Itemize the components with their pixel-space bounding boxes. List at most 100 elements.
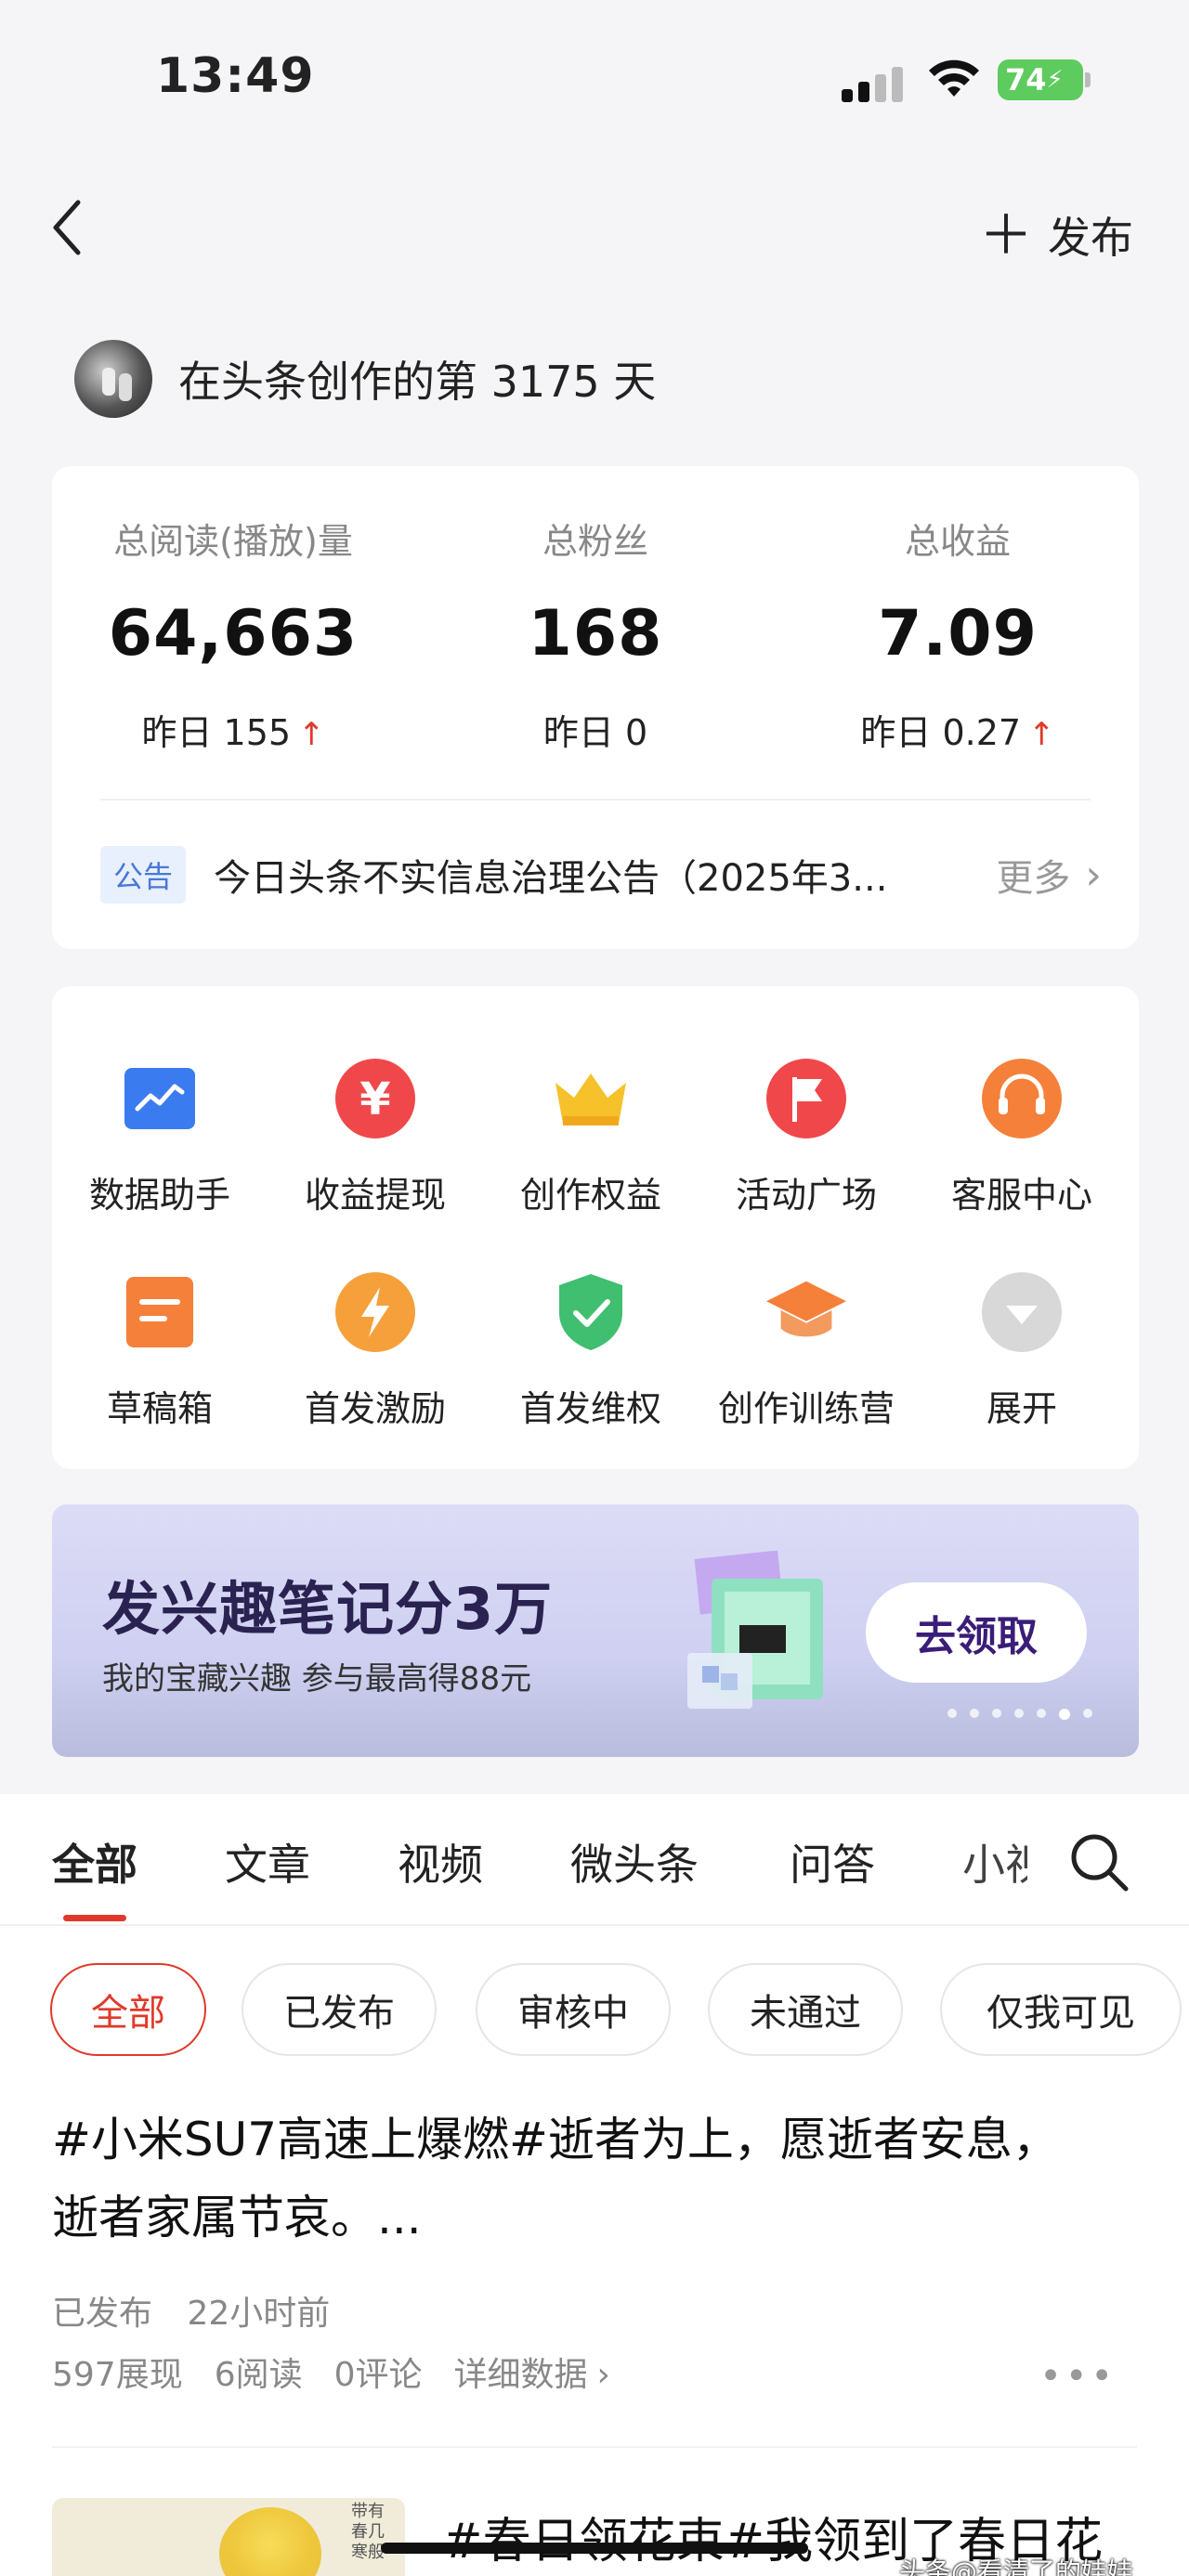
filter-published[interactable]: 已发布 [242,1963,437,2056]
tool-customer-service[interactable]: 客服中心 [914,1057,1130,1217]
stat-delta-text: 昨日 155 [141,712,292,753]
battery-tip [1085,72,1091,87]
more-options-icon[interactable]: ••• [1039,2355,1117,2398]
tool-label: 创作训练营 [717,1388,895,1429]
status-bar: 13:49 74 ⚡ [0,0,1189,158]
post-impressions: 597展现 [52,2356,183,2394]
creator-info: 在头条创作的第 3175 天 [74,340,656,418]
tool-label: 活动广场 [735,1175,877,1216]
flower-image [219,2507,321,2576]
chart-icon [118,1057,202,1140]
tool-label: 数据助手 [88,1175,230,1216]
post-detail-label: 详细数据 [453,2356,588,2394]
home-indicator [381,2543,808,2554]
post-comments: 0评论 [333,2356,423,2394]
carousel-dot[interactable] [1014,1709,1024,1718]
tab-articles[interactable]: 文章 [225,1831,310,1893]
stat-delta-text: 昨日 0 [542,712,648,753]
svg-text:¥: ¥ [359,1073,390,1125]
filter-private[interactable]: 仅我可见 [940,1963,1182,2056]
tool-data-assistant[interactable]: 数据助手 [52,1057,268,1217]
tab-videos[interactable]: 视频 [398,1831,483,1893]
tab-micro-posts[interactable]: 微头条 [570,1831,699,1893]
carousel-dot[interactable] [1083,1709,1092,1718]
tools-card: 数据助手 ¥ 收益提现 创作权益 活动广场 客服中心 草稿箱 首发激励 首发维权… [52,986,1139,1469]
active-tab-indicator [63,1915,126,1921]
carousel-dot[interactable] [970,1709,979,1718]
stat-delta: 昨日 155 ↑ [52,704,414,755]
publish-label: 发布 [1048,213,1133,263]
post-title[interactable]: #小米SU7高速上爆燃#逝者为上，愿逝者安息，逝者家属节哀。... [52,2101,1083,2257]
draft-icon [118,1270,202,1354]
carousel-dot[interactable] [947,1709,957,1718]
status-time: 13:49 [156,48,315,104]
back-arrow-icon[interactable] [45,195,91,260]
filter-all[interactable]: 全部 [50,1963,206,2056]
publish-button[interactable]: ＋ 发布 [979,204,1133,266]
filter-rejected[interactable]: 未通过 [708,1963,903,2056]
divider [0,1924,1189,1926]
post-metrics: 597展现 6阅读 0评论 详细数据 › [52,2348,610,2396]
stat-value: 64,663 [108,597,359,670]
expand-icon [980,1270,1064,1354]
stat-label: 总收益 [904,521,1011,562]
stat-total-reads[interactable]: 总阅读(播放)量 64,663 昨日 155 ↑ [52,513,414,755]
arrow-up-icon: ↑ [1028,716,1055,753]
tool-label: 草稿箱 [106,1388,213,1429]
tool-activity-square[interactable]: 活动广场 [699,1057,914,1217]
battery-level: 74 [1005,62,1047,98]
search-icon[interactable] [1068,1831,1130,1893]
notice-more-link[interactable]: 更多 [996,848,1070,902]
tool-label: 收益提现 [304,1175,446,1216]
post-detail-link[interactable]: 详细数据 › [454,2348,610,2396]
tool-creator-camp[interactable]: 创作训练营 [699,1270,914,1431]
yuan-icon: ¥ [333,1057,417,1140]
carousel-dot[interactable] [992,1709,1001,1718]
stats-card: 总阅读(播放)量 64,663 昨日 155 ↑ 总粉丝 168 昨日 0 总收益… [52,466,1139,949]
tool-label: 首发激励 [304,1388,446,1429]
post-status: 已发布 [52,2295,153,2333]
tool-first-publish-incentive[interactable]: 首发激励 [268,1270,483,1431]
tool-label: 首发维权 [519,1388,661,1429]
arrow-up-icon: ↑ [298,716,325,753]
thumbnail-text: 带有 春几 寒般 [351,2502,385,2562]
avatar[interactable] [74,340,152,418]
tool-expand[interactable]: 展开 [914,1270,1130,1431]
tool-drafts[interactable]: 草稿箱 [52,1270,268,1431]
carousel-dot-active[interactable] [1059,1709,1070,1720]
filter-reviewing[interactable]: 审核中 [476,1963,671,2056]
carousel-dot[interactable] [1037,1709,1046,1718]
shield-icon [549,1270,633,1354]
claim-button[interactable]: 去领取 [866,1582,1087,1683]
stat-total-fans[interactable]: 总粉丝 168 昨日 0 [414,513,777,755]
notice-text: 今日头条不实信息治理公告（2025年3... [214,857,888,900]
stat-delta: 昨日 0 [414,704,777,755]
top-nav: ＋ 发布 [0,176,1189,279]
tool-first-publish-protection[interactable]: 首发维权 [483,1270,699,1431]
tab-qa[interactable]: 问答 [790,1831,875,1893]
battery-icon: 74 ⚡ [998,59,1083,100]
post-time: 22小时前 [187,2295,331,2333]
tool-label: 客服中心 [950,1175,1092,1216]
tab-short-videos[interactable]: 小视 [962,1831,1027,1893]
stat-delta: 昨日 0.27 ↑ [777,704,1139,755]
tab-all[interactable]: 全部 [52,1831,137,1893]
content-list-section: 全部 文章 视频 微头条 问答 小视 全部 已发布 审核中 未通过 仅我可见 #… [0,1794,1189,2576]
wifi-icon [929,59,979,97]
notice-bar[interactable]: 公告 今日头条不实信息治理公告（2025年3... 更多 › [100,838,1102,912]
tool-creator-rights[interactable]: 创作权益 [483,1057,699,1217]
banner-title: 发兴趣笔记分3万 [102,1575,554,1643]
stat-delta-text: 昨日 0.27 [860,712,1022,753]
tool-earnings-withdraw[interactable]: ¥ 收益提现 [268,1057,483,1217]
lightning-icon [333,1270,417,1354]
carousel-dots [947,1709,1092,1720]
crown-icon [549,1057,633,1140]
tool-label: 展开 [986,1388,1057,1429]
stat-value: 168 [528,597,663,670]
divider [52,2446,1137,2448]
headset-icon [980,1057,1064,1140]
stat-total-earnings[interactable]: 总收益 7.09 昨日 0.27 ↑ [777,513,1139,755]
stat-label: 总粉丝 [542,521,648,562]
post-thumbnail[interactable]: 带有 春几 寒般 [52,2498,405,2576]
banner-subtitle: 我的宝藏兴趣 参与最高得88元 [102,1660,532,1698]
